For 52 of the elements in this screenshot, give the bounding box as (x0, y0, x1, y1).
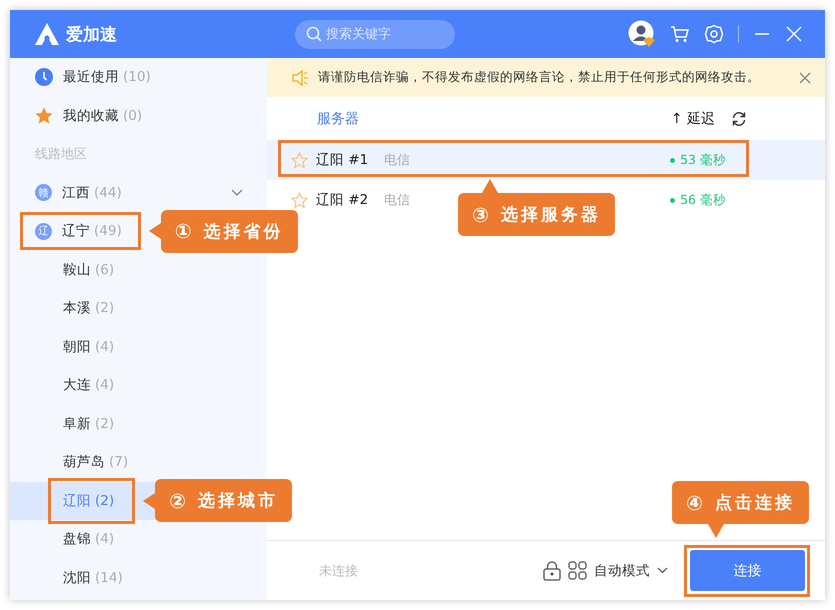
latency-text: 53 毫秒 (680, 152, 726, 168)
province-item[interactable]: 赣 江西 (44) (35, 184, 122, 202)
star-icon[interactable] (291, 152, 308, 168)
grid-icon (568, 561, 587, 580)
server-name[interactable]: 辽阳 #1 (316, 151, 368, 169)
city-item[interactable]: 沈阳 (14) (63, 568, 123, 587)
clock-icon (35, 68, 53, 86)
connect-button[interactable]: 连接 (690, 550, 805, 591)
callout-text: 选择城市 (198, 490, 278, 512)
isp-label: 电信 (384, 192, 410, 209)
star-icon (35, 106, 53, 125)
search-icon (306, 26, 322, 42)
city-item[interactable]: 阜新 (2) (63, 414, 114, 433)
chevron-down-icon[interactable] (231, 188, 243, 197)
column-header[interactable]: 服务器 (317, 110, 359, 128)
status-dot (670, 158, 676, 162)
city-item[interactable]: 鞍山 (6) (63, 260, 114, 279)
province-item[interactable]: 辽 辽宁 (49) (35, 222, 122, 240)
section-heading: 线路地区 (34, 146, 88, 164)
step-number: ① (174, 219, 192, 244)
cart-icon[interactable] (670, 25, 690, 43)
notice-text: 请谨防电信诈骗，不得发布虚假的网络言论，禁止用于任何形式的网络攻击。 (318, 69, 760, 86)
settings-icon[interactable] (704, 24, 724, 44)
close-icon[interactable] (799, 72, 811, 84)
sidebar-item[interactable]: 我的收藏 (0) (35, 106, 142, 125)
app-title: 爱加速 (66, 24, 117, 46)
city-item[interactable]: 本溪 (2) (63, 299, 114, 318)
city-item[interactable]: 大连 (4) (63, 376, 114, 394)
isp-label: 电信 (384, 152, 410, 169)
logo-icon (34, 22, 60, 46)
callout-text: 点击连接 (714, 492, 795, 514)
sidebar-item[interactable]: 最近使用 (10) (35, 68, 151, 86)
city-item[interactable]: 葫芦岛 (7) (63, 453, 128, 472)
chevron-down-icon[interactable] (657, 567, 668, 574)
refresh-icon[interactable] (731, 110, 747, 126)
star-icon[interactable] (291, 192, 308, 208)
city-item[interactable]: 朝阳 (4) (63, 338, 114, 356)
connection-status: 未连接 (319, 562, 358, 580)
callout-text: 选择省份 (204, 220, 284, 243)
mode-dropdown[interactable]: 自动模式 (594, 562, 650, 580)
step-number: ② (169, 488, 186, 513)
sort-button[interactable]: ↑ 延迟 (670, 110, 715, 128)
step-number: ④ (686, 490, 703, 514)
latency-text: 56 毫秒 (680, 192, 726, 208)
step-number: ③ (472, 202, 489, 226)
speaker-icon (291, 70, 309, 86)
lock-icon[interactable] (543, 560, 561, 580)
avatar-icon[interactable] (628, 20, 656, 48)
callout-text: 选择服务器 (500, 204, 601, 226)
status-dot (670, 198, 676, 202)
city-item[interactable]: 盘锦 (4) (63, 530, 114, 548)
server-name[interactable]: 辽阳 #2 (316, 191, 368, 209)
